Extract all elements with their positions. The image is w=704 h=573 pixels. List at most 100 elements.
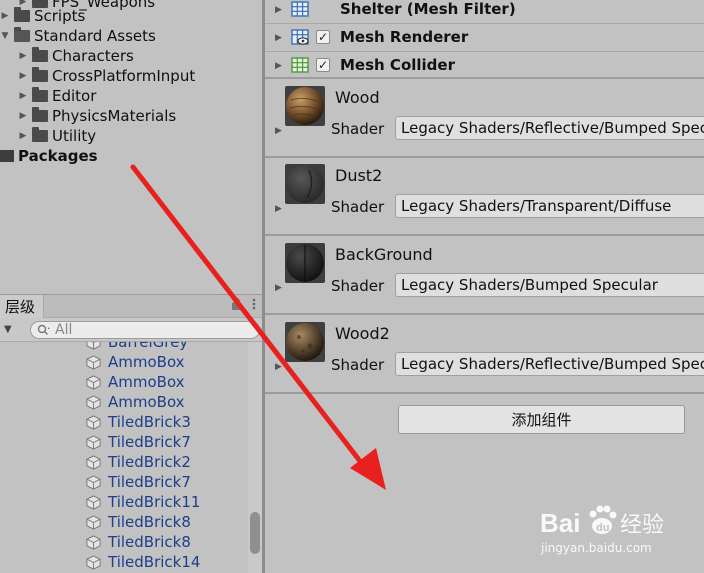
shader-dropdown[interactable]: Legacy Shaders/Transparent/Diffuse xyxy=(395,194,704,218)
hierarchy-item[interactable]: TiledBrick7 xyxy=(86,432,191,452)
hierarchy-list: BarrelGrey AmmoBox AmmoBox AmmoBox TiledBric… xyxy=(0,342,262,573)
lock-icon[interactable] xyxy=(231,297,242,313)
hierarchy-item-label: AmmoBox xyxy=(108,353,185,371)
mesh-renderer-icon xyxy=(291,29,309,45)
gameobject-cube-icon xyxy=(86,474,101,490)
mesh-collider-icon xyxy=(291,57,309,73)
expand-arrow-icon[interactable]: ▶ xyxy=(18,131,28,141)
shader-dropdown[interactable]: Legacy Shaders/Reflective/Bumped Specula… xyxy=(395,116,704,140)
hierarchy-item[interactable]: TiledBrick8 xyxy=(86,532,191,552)
mesh-renderer-enabled-checkbox[interactable]: ✓ xyxy=(316,30,330,44)
folder-icon xyxy=(32,127,48,142)
expand-arrow-icon[interactable]: ▶ xyxy=(275,61,282,71)
gameobject-cube-icon xyxy=(86,394,101,410)
expand-arrow-icon[interactable]: ▶ xyxy=(18,111,28,121)
hierarchy-item[interactable]: TiledBrick3 xyxy=(86,412,191,432)
component-mesh-filter[interactable]: ▶ Shelter (Mesh Filter) xyxy=(265,0,704,24)
material-dust2[interactable]: ▶ Dust2 Shader Legacy Shaders/Transparen… xyxy=(265,158,704,236)
folder-icon xyxy=(32,67,48,82)
hierarchy-item[interactable]: TiledBrick14 xyxy=(86,552,200,572)
inspector-panel: ▶ Shelter (Mesh Filter) ▶ ✓ Mesh Rendere… xyxy=(265,0,704,573)
project-item-packages[interactable]: Packages xyxy=(0,146,98,166)
expand-arrow-icon[interactable]: ▶ xyxy=(18,71,28,81)
material-wood[interactable]: ▶ Wood Shader Legacy Shaders/Reflective/… xyxy=(265,80,704,158)
hierarchy-item-label: TiledBrick2 xyxy=(108,453,191,471)
hierarchy-search-input[interactable]: All xyxy=(30,321,260,339)
shader-dropdown[interactable]: Legacy Shaders/Bumped Specular xyxy=(395,273,704,297)
hierarchy-item[interactable]: AmmoBox xyxy=(86,372,185,392)
shader-label: Shader xyxy=(331,356,385,374)
project-item-crossplatforminput[interactable]: ▶ CrossPlatformInput xyxy=(18,66,195,86)
svg-text:du: du xyxy=(596,522,609,534)
expand-arrow-icon[interactable]: ▶ xyxy=(18,51,28,61)
gameobject-cube-icon xyxy=(86,434,101,450)
hierarchy-item-label: BarrelGrey xyxy=(108,342,189,351)
expand-arrow-icon[interactable]: ▶ xyxy=(275,362,282,372)
folder-icon xyxy=(32,107,48,122)
package-icon xyxy=(0,150,14,162)
project-item-physicsmaterials[interactable]: ▶ PhysicsMaterials xyxy=(18,106,176,126)
material-name: Wood xyxy=(335,88,380,107)
expand-arrow-icon[interactable]: ▶ xyxy=(0,11,10,21)
material-preview xyxy=(285,164,325,204)
watermark-url: jingyan.baidu.com xyxy=(541,541,652,555)
hierarchy-item-label: TiledBrick14 xyxy=(108,553,201,571)
material-name: Dust2 xyxy=(335,166,383,185)
hierarchy-item[interactable]: BarrelGrey xyxy=(86,342,188,352)
svg-text:经验: 经验 xyxy=(620,513,664,538)
folder-icon xyxy=(14,7,30,22)
project-item-standard-assets[interactable]: ▼ Standard Assets xyxy=(0,26,156,46)
hierarchy-item-label: TiledBrick3 xyxy=(108,413,191,431)
expand-arrow-icon[interactable]: ▶ xyxy=(275,283,282,293)
hierarchy-item-label: TiledBrick8 xyxy=(108,513,191,531)
hierarchy-item[interactable]: TiledBrick2 xyxy=(86,452,191,472)
material-preview xyxy=(285,243,325,283)
project-item-characters[interactable]: ▶ Characters xyxy=(18,46,134,66)
gameobject-cube-icon xyxy=(86,494,101,510)
shader-dropdown[interactable]: Legacy Shaders/Reflective/Bumped Specula… xyxy=(395,352,704,376)
hierarchy-item-label: AmmoBox xyxy=(108,373,185,391)
gameobject-cube-icon xyxy=(86,374,101,390)
expand-arrow-icon[interactable]: ▶ xyxy=(275,33,282,43)
project-panel: ▶ FPS_Weapons ▶ Scripts ▼ Standard Asset… xyxy=(0,0,262,294)
shader-label: Shader xyxy=(331,120,385,138)
gameobject-cube-icon xyxy=(86,454,101,470)
more-options-icon[interactable] xyxy=(252,298,256,313)
hierarchy-item[interactable]: AmmoBox xyxy=(86,352,185,372)
shader-label: Shader xyxy=(331,198,385,216)
material-name: Wood2 xyxy=(335,324,390,343)
project-item-editor[interactable]: ▶ Editor xyxy=(18,86,96,106)
hierarchy-item[interactable]: AmmoBox xyxy=(86,392,185,412)
tab-hierarchy[interactable]: 层级 xyxy=(0,295,44,318)
hierarchy-scrollbar[interactable] xyxy=(248,342,262,573)
component-mesh-collider[interactable]: ▶ ✓ Mesh Collider xyxy=(265,52,704,79)
hierarchy-item[interactable]: TiledBrick11 xyxy=(86,492,200,512)
hierarchy-item-label: TiledBrick7 xyxy=(108,433,191,451)
material-background[interactable]: ▶ BackGround Shader Legacy Shaders/Bumpe… xyxy=(265,237,704,315)
material-preview xyxy=(285,86,325,126)
gameobject-cube-icon xyxy=(86,354,101,370)
collapse-arrow-icon[interactable]: ▼ xyxy=(0,31,10,41)
expand-arrow-icon[interactable]: ▶ xyxy=(275,126,282,136)
add-component-button[interactable]: 添加组件 xyxy=(398,405,685,434)
folder-icon xyxy=(32,87,48,102)
expand-arrow-icon[interactable]: ▶ xyxy=(18,91,28,101)
create-dropdown-icon[interactable]: ▼ xyxy=(4,324,12,335)
gameobject-cube-icon xyxy=(86,534,101,550)
component-mesh-renderer[interactable]: ▶ ✓ Mesh Renderer xyxy=(265,24,704,52)
mesh-collider-enabled-checkbox[interactable]: ✓ xyxy=(316,58,330,72)
shader-label: Shader xyxy=(331,277,385,295)
project-item-scripts[interactable]: ▶ Scripts xyxy=(0,6,85,26)
gameobject-cube-icon xyxy=(86,342,101,350)
component-name: Mesh Collider xyxy=(340,56,455,74)
expand-arrow-icon[interactable]: ▶ xyxy=(275,5,282,15)
expand-arrow-icon[interactable]: ▶ xyxy=(275,204,282,214)
project-item-utility[interactable]: ▶ Utility xyxy=(18,126,96,146)
scrollbar-thumb[interactable] xyxy=(250,512,260,554)
hierarchy-item[interactable]: TiledBrick7 xyxy=(86,472,191,492)
material-wood2[interactable]: ▶ Wood2 Shader Legacy Shaders/Reflective… xyxy=(265,316,704,394)
hierarchy-item-label: TiledBrick7 xyxy=(108,473,191,491)
component-name: Shelter (Mesh Filter) xyxy=(340,0,516,18)
hierarchy-item[interactable]: TiledBrick8 xyxy=(86,512,191,532)
material-preview xyxy=(285,322,325,362)
